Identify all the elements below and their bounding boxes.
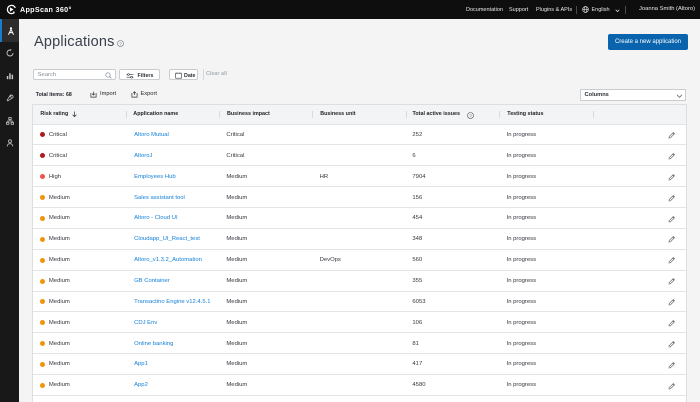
svg-text:?: ? xyxy=(119,41,122,46)
svg-text:?: ? xyxy=(469,113,472,118)
